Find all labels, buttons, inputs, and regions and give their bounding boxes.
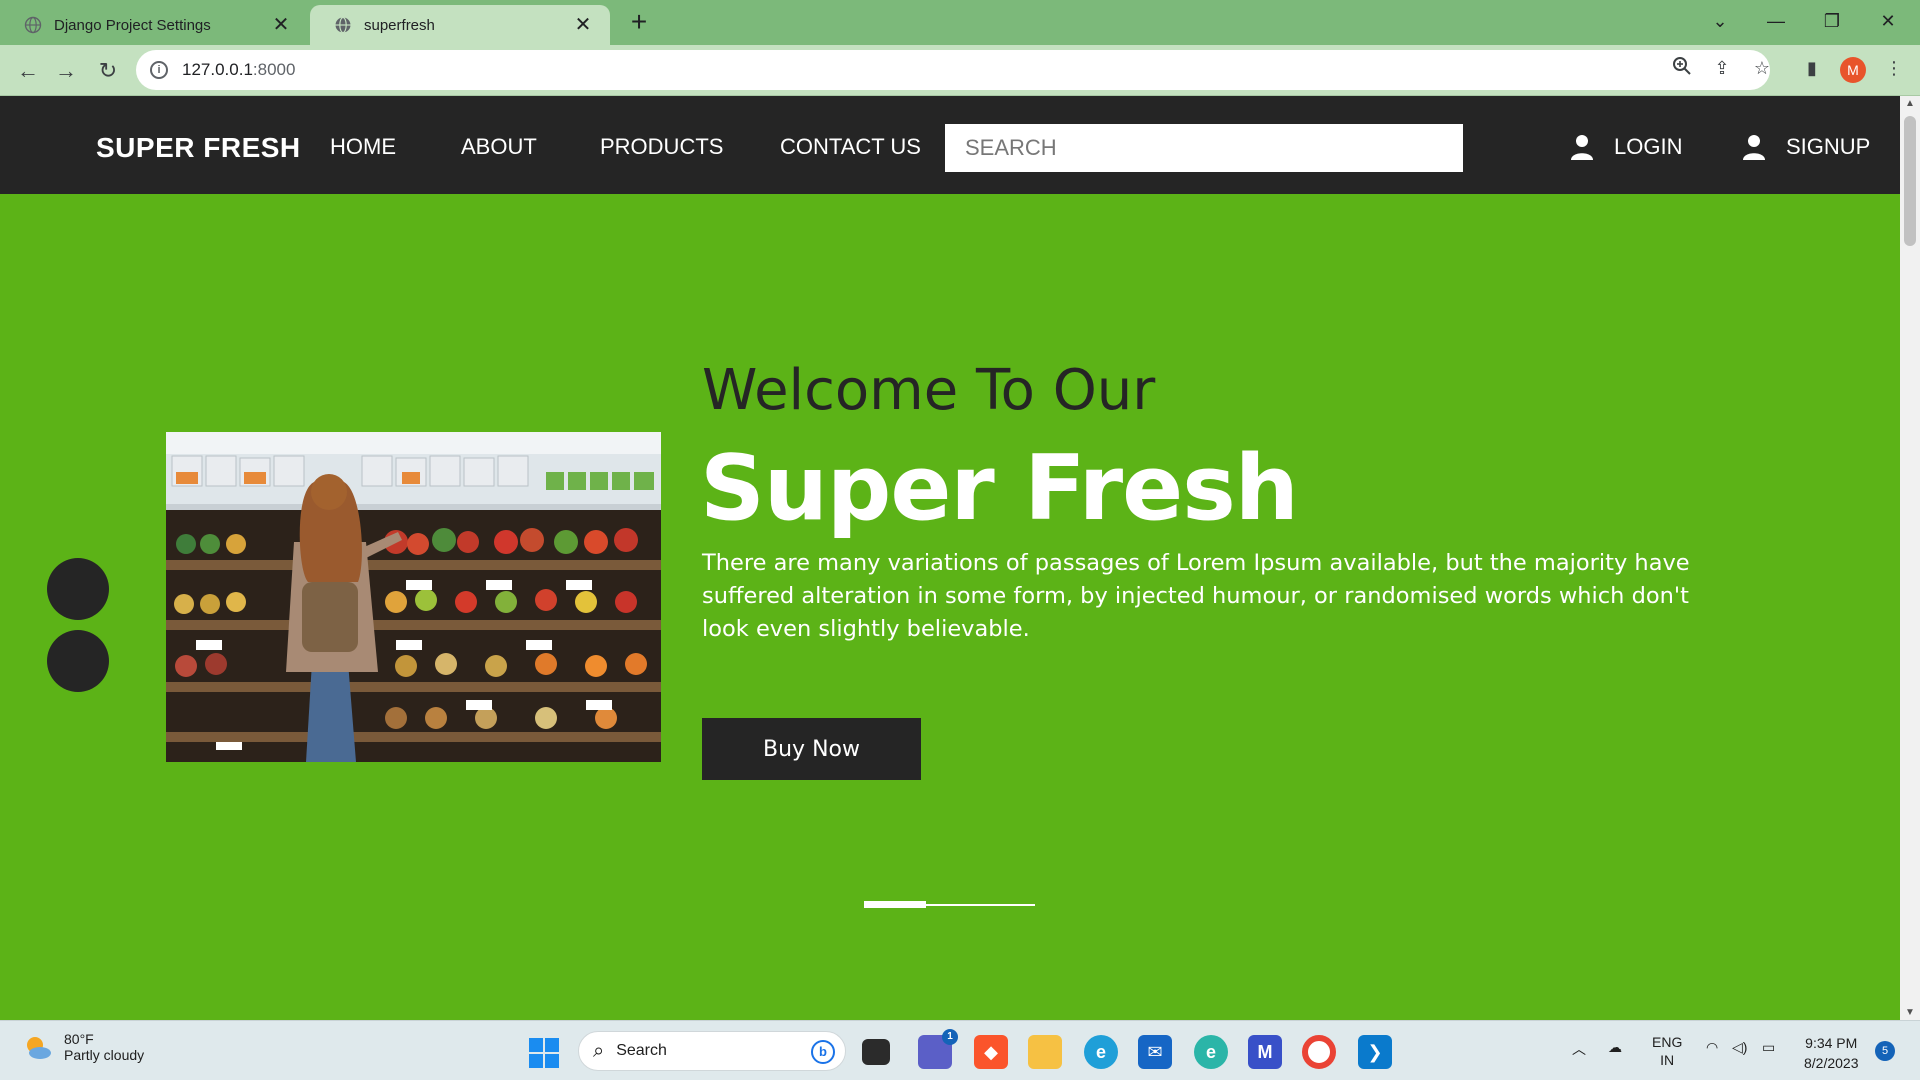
- page-scrollbar[interactable]: ▲ ▼: [1900, 96, 1920, 1020]
- nav-home[interactable]: HOME: [330, 134, 396, 160]
- slide-progress-active: [864, 901, 926, 908]
- window-close-icon[interactable]: ✕: [1868, 6, 1908, 36]
- menu-kebab-icon[interactable]: ⋮: [1882, 56, 1906, 80]
- clock-date: 8/2/2023: [1804, 1055, 1859, 1071]
- reload-icon[interactable]: ↻: [94, 57, 122, 85]
- minimize-icon[interactable]: —: [1756, 6, 1796, 36]
- file-explorer-icon[interactable]: [1028, 1035, 1062, 1069]
- buy-now-button[interactable]: Buy Now: [702, 718, 921, 780]
- signup-label: SIGNUP: [1786, 134, 1871, 159]
- edge-icon[interactable]: e: [1084, 1035, 1118, 1069]
- user-icon: [1743, 135, 1765, 160]
- weather-widget[interactable]: 80°F Partly cloudy: [22, 1031, 144, 1063]
- scroll-up-arrow-icon[interactable]: ▲: [1900, 98, 1920, 109]
- login-label: LOGIN: [1614, 134, 1683, 159]
- notification-badge[interactable]: 5: [1875, 1041, 1895, 1061]
- site-logo[interactable]: SUPER FRESH: [96, 132, 301, 164]
- bookmark-star-icon[interactable]: ☆: [1750, 56, 1774, 80]
- grocery-shopper-image: [166, 432, 661, 762]
- url-port: :8000: [252, 60, 296, 79]
- url-host: 127.0.0.1: [182, 60, 253, 79]
- slider-next-dot[interactable]: [47, 630, 109, 692]
- share-icon[interactable]: ⇪: [1710, 56, 1734, 80]
- windows-taskbar: 80°F Partly cloudy ⌕ Search b 1 ◆ e ✉ e …: [0, 1020, 1920, 1080]
- chrome-icon[interactable]: [1302, 1035, 1336, 1069]
- partly-cloudy-icon: [27, 1037, 51, 1059]
- teams-badge: 1: [942, 1029, 958, 1045]
- profile-avatar[interactable]: M: [1840, 57, 1866, 83]
- zoom-icon[interactable]: [1670, 56, 1694, 80]
- address-bar[interactable]: i 127.0.0.1:8000: [136, 50, 1770, 90]
- site-info-icon[interactable]: i: [150, 61, 168, 79]
- nav-products[interactable]: PRODUCTS: [600, 134, 723, 160]
- visual-studio-icon[interactable]: M: [1248, 1035, 1282, 1069]
- site-search-input[interactable]: [945, 124, 1463, 172]
- bing-icon[interactable]: b: [811, 1040, 835, 1064]
- weather-temp: 80°F: [64, 1031, 94, 1047]
- forward-arrow-icon[interactable]: →: [52, 57, 80, 85]
- new-tab-button[interactable]: +: [624, 8, 654, 38]
- wifi-icon[interactable]: ◠: [1706, 1039, 1718, 1056]
- tab-django-settings[interactable]: Django Project Settings ✕: [0, 5, 308, 45]
- hero-headline: Super Fresh: [700, 436, 1299, 541]
- hero-description: There are many variations of passages of…: [702, 550, 1690, 642]
- scrollbar-thumb[interactable]: [1904, 116, 1916, 246]
- vscode-icon[interactable]: ❯: [1358, 1035, 1392, 1069]
- lang-line-2: IN: [1660, 1052, 1675, 1068]
- search-icon: ⌕: [593, 1039, 605, 1062]
- weather-desc: Partly cloudy: [64, 1047, 145, 1063]
- scroll-down-arrow-icon[interactable]: ▼: [1900, 1007, 1920, 1018]
- browser-tab-strip: Django Project Settings ✕ superfresh ✕ +…: [0, 0, 1920, 45]
- battery-icon[interactable]: ▭: [1762, 1039, 1775, 1056]
- system-clock[interactable]: 9:34 PM 8/2/2023: [1804, 1033, 1859, 1073]
- hero-welcome-text: Welcome To Our: [702, 358, 1156, 423]
- onedrive-icon[interactable]: ☁: [1608, 1039, 1622, 1056]
- globe-icon: [335, 16, 351, 34]
- back-arrow-icon[interactable]: ←: [14, 57, 42, 85]
- restore-icon[interactable]: ❐: [1812, 6, 1852, 36]
- user-icon: [1571, 135, 1593, 160]
- tab-title: Django Project Settings: [54, 16, 211, 34]
- volume-icon[interactable]: ◁): [1732, 1039, 1747, 1056]
- signup-link[interactable]: SIGNUP: [1742, 134, 1870, 160]
- taskbar-search[interactable]: ⌕ Search b: [578, 1031, 846, 1071]
- login-link[interactable]: LOGIN: [1570, 134, 1682, 160]
- url-text: 127.0.0.1:8000: [182, 60, 295, 80]
- page-viewport: SUPER FRESH HOME ABOUT PRODUCTS CONTACT …: [0, 96, 1900, 1020]
- tab-search-chevron-icon[interactable]: ⌄: [1700, 6, 1740, 36]
- side-panel-icon[interactable]: ▮: [1800, 56, 1824, 80]
- task-view-icon[interactable]: [862, 1039, 890, 1065]
- site-header: SUPER FRESH HOME ABOUT PRODUCTS CONTACT …: [0, 96, 1900, 194]
- tray-chevron-icon[interactable]: ︿: [1572, 1039, 1586, 1059]
- edge-beta-icon[interactable]: e: [1194, 1035, 1228, 1069]
- tab-title: superfresh: [364, 16, 435, 34]
- teams-icon[interactable]: 1: [918, 1029, 958, 1069]
- close-icon[interactable]: ✕: [270, 15, 292, 35]
- taskbar-search-label: Search: [616, 1042, 667, 1059]
- lang-line-1: ENG: [1652, 1034, 1683, 1050]
- nav-contact-us[interactable]: CONTACT US: [780, 134, 921, 160]
- globe-icon: [24, 16, 42, 34]
- mail-icon[interactable]: ✉: [1138, 1035, 1172, 1069]
- windows-start-icon[interactable]: [528, 1037, 560, 1069]
- browser-toolbar: ← → ↻ i 127.0.0.1:8000 ⇪ ☆ ▮ M ⋮: [0, 45, 1920, 96]
- nav-about[interactable]: ABOUT: [461, 134, 537, 160]
- language-indicator[interactable]: ENG IN: [1652, 1033, 1682, 1069]
- brave-icon[interactable]: ◆: [974, 1035, 1008, 1069]
- slider-prev-dot[interactable]: [47, 558, 109, 620]
- close-icon[interactable]: ✕: [572, 15, 594, 35]
- slide-progress-indicator[interactable]: [864, 901, 1035, 908]
- tab-superfresh[interactable]: superfresh ✕: [310, 5, 610, 45]
- clock-time: 9:34 PM: [1805, 1035, 1858, 1051]
